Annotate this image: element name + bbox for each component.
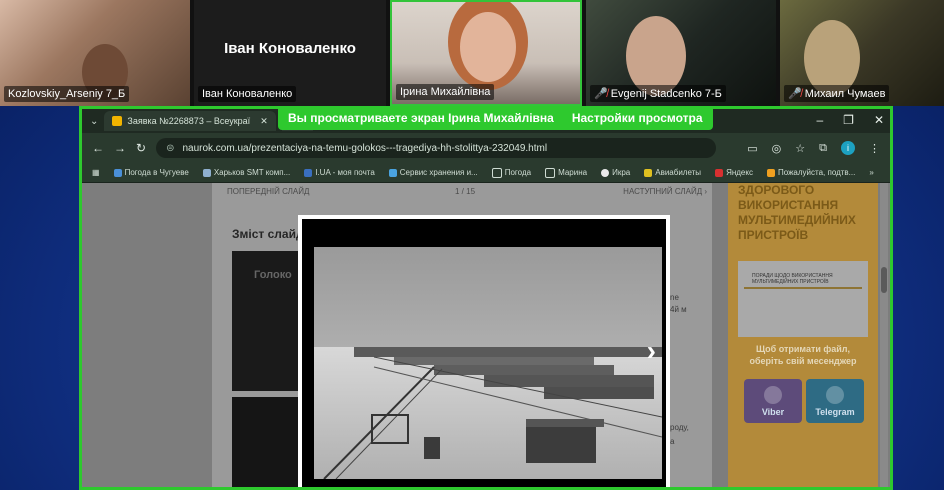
chevron-right-icon[interactable]: › (647, 337, 656, 365)
mic-muted-icon: 🎤̸ (788, 88, 802, 100)
participant-tile-active-speaker[interactable]: Ірина Михайлівна (390, 0, 582, 106)
poster-header: ПОРАДИ ЩОДО ВИКОРИСТАННЯ МУЛЬТИМЕДІЙНИХ … (752, 273, 833, 285)
scrollbar-thumb[interactable] (881, 267, 887, 293)
bookmark-folder[interactable]: Погода (491, 167, 531, 178)
reload-icon[interactable]: ↻ (136, 141, 146, 155)
participant-tile[interactable]: Іван Коноваленко Іван Коноваленко (194, 0, 386, 106)
profile-avatar[interactable]: i (841, 141, 855, 155)
participant-strip: Kozlovskiy_Arseniy 7_Б Іван Коноваленко … (0, 0, 944, 106)
site-info-icon[interactable]: ⊜ (166, 143, 174, 154)
slide-thumbnail[interactable]: Голоко (232, 251, 302, 391)
bookmarks-bar: ▦ Погода в Чугуеве Харьков SMT комп... I… (82, 163, 890, 183)
page-scrollbar[interactable] (880, 183, 888, 487)
share-banner-text: Вы просматриваете экран (288, 111, 445, 125)
tab-search-icon[interactable]: ⌄ (90, 116, 98, 127)
image-lightbox: › (298, 215, 670, 487)
participant-tile[interactable]: Kozlovskiy_Arseniy 7_Б (0, 0, 190, 106)
text-fragment: 4й м (670, 305, 687, 314)
bookmark-item[interactable]: Яндекс (715, 168, 753, 177)
telegram-label: Telegram (815, 407, 855, 417)
url-field[interactable]: ⊜ naurok.com.ua/prezentaciya-na-temu-gol… (156, 138, 717, 158)
slide-counter: 1 / 15 (455, 187, 476, 196)
minimize-icon[interactable]: – (816, 113, 823, 127)
next-slide-link[interactable]: НАСТУПНИЙ СЛАЙД › (623, 187, 707, 196)
slide-content-title: Зміст слайд (232, 227, 304, 241)
participant-display-name: Іван Коноваленко (224, 39, 356, 57)
tab-title: Заявка №2268873 – Всеукраї (127, 116, 251, 126)
bookmark-item[interactable]: Авиабилеты (644, 168, 701, 177)
apps-grid-icon[interactable]: ▦ (92, 168, 100, 177)
window-controls: – ❐ ✕ (816, 113, 884, 127)
bookmark-item[interactable]: Икра (601, 168, 630, 177)
sidebar-title: ЗДОРОВОГО ВИКОРИСТАННЯ МУЛЬТИМЕДИЙНИХ ПР… (738, 183, 856, 242)
participant-tile[interactable]: 🎤̸ Evgenij Stadcenko 7-Б (586, 0, 776, 106)
eye-off-icon[interactable]: ◎ (772, 142, 782, 155)
screen-share-banner: Вы просматриваете экран Ірина Михайлівна… (278, 106, 713, 130)
participant-tile[interactable]: 🎤̸ Михаил Чумаев (780, 0, 944, 106)
participant-video (626, 16, 686, 96)
bookmark-item[interactable]: Сервис хранения и... (388, 168, 478, 177)
sidebar-banner: ЗДОРОВОГО ВИКОРИСТАННЯ МУЛЬТИМЕДИЙНИХ ПР… (728, 183, 878, 487)
viber-label: Viber (761, 407, 785, 417)
menu-icon[interactable]: ⋮ (869, 142, 880, 155)
telegram-button[interactable]: Telegram (806, 379, 864, 423)
lightbox-image-area: › (302, 219, 666, 487)
text-fragment: ne (670, 293, 679, 302)
bookmark-item[interactable]: Пожалуйста, подтв... (766, 168, 855, 177)
restore-icon[interactable]: ❐ (843, 113, 854, 127)
viber-icon (764, 386, 782, 404)
forward-icon[interactable]: → (114, 141, 126, 155)
bookmark-folder[interactable]: Марина (545, 167, 587, 178)
extensions-icon[interactable]: ⧉ (819, 142, 827, 155)
text-fragment: роду, (670, 423, 689, 432)
participant-name: Kozlovskiy_Arseniy 7_Б (4, 86, 130, 102)
back-icon[interactable]: ← (92, 141, 104, 155)
participant-name: Ірина Михайлівна (396, 84, 495, 100)
messenger-prompt: Щоб отримати файл, оберіть свій месендже… (749, 344, 857, 366)
address-bar: ← → ↻ ⊜ naurok.com.ua/prezentaciya-na-te… (82, 133, 890, 163)
text-fragment: а (670, 437, 675, 446)
url-text: naurok.com.ua/prezentaciya-na-temu-golok… (182, 142, 548, 154)
viber-button[interactable]: Viber (744, 379, 802, 423)
divider (744, 287, 862, 289)
cast-icon[interactable]: ▭ (747, 142, 757, 155)
prev-slide-link[interactable]: ПОПЕРЕДНІЙ СЛАЙД (227, 187, 309, 196)
mic-muted-icon: 🎤̸ (594, 88, 608, 100)
more-bookmarks-icon[interactable]: » (869, 168, 873, 177)
slide-thumbnail[interactable] (232, 397, 302, 487)
thumbnail-text: Голоко (254, 269, 292, 281)
participant-name: 🎤̸ Evgenij Stadcenko 7-Б (590, 85, 726, 102)
shared-screen: ⌄ Заявка №2268873 – Всеукраї ✕ – ❐ ✕ ← →… (79, 106, 893, 490)
address-bar-actions: ▭ ◎ ☆ ⧉ i ⋮ (747, 141, 880, 155)
bookmark-item[interactable]: Погода в Чугуеве (113, 168, 189, 177)
close-window-icon[interactable]: ✕ (874, 113, 884, 127)
tab-close-icon[interactable]: ✕ (260, 116, 268, 127)
browser-tab[interactable]: Заявка №2268873 – Всеукраї ✕ (104, 111, 276, 131)
bookmark-star-icon[interactable]: ☆ (795, 142, 805, 155)
share-presenter-name: Ірина Михайлівна (448, 111, 554, 125)
bookmark-item[interactable]: Харьков SMT комп... (202, 168, 290, 177)
participant-name: 🎤̸ Михаил Чумаев (784, 85, 890, 102)
participant-name: Іван Коноваленко (198, 86, 297, 102)
poster-card[interactable]: ПОРАДИ ЩОДО ВИКОРИСТАННЯ МУЛЬТИМЕДІЙНИХ … (738, 261, 868, 337)
slide-nav: ПОПЕРЕДНІЙ СЛАЙД 1 / 15 НАСТУПНИЙ СЛАЙД … (227, 187, 707, 199)
participant-video-face (460, 12, 516, 82)
historical-photo (314, 247, 662, 479)
bookmark-item[interactable]: I.UA - моя почта (304, 168, 375, 177)
view-settings-button[interactable]: Настройки просмотра (572, 111, 703, 125)
telegram-icon (826, 386, 844, 404)
site-favicon-icon (112, 116, 123, 126)
